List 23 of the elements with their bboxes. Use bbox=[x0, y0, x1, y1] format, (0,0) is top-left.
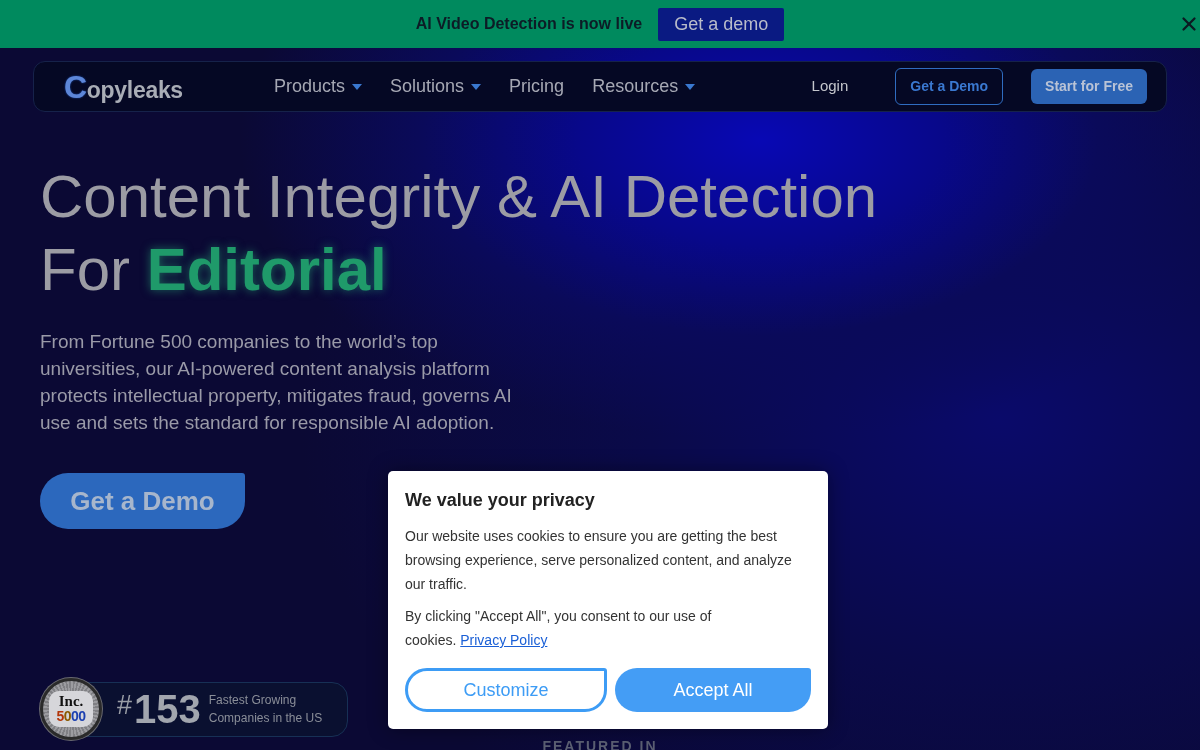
caret-icon bbox=[352, 83, 363, 90]
logo[interactable]: Copyleaks bbox=[64, 70, 183, 103]
rank-number: 153 bbox=[134, 689, 201, 729]
seal-number-text: 5000 bbox=[56, 709, 86, 724]
nav-menu-item[interactable]: Pricing bbox=[509, 73, 565, 100]
login-link[interactable]: Login bbox=[811, 75, 849, 98]
seal-brand-text: Inc. bbox=[58, 694, 84, 709]
nav-menu-item[interactable]: Products bbox=[274, 73, 363, 100]
caret-icon bbox=[471, 83, 482, 90]
consent-text: By clicking "Accept All", you consent to our use of cookies. Privacy Policy bbox=[405, 607, 713, 650]
get-demo-link-button[interactable]: Get a demo bbox=[658, 7, 785, 41]
dialog-title: We value your privacy bbox=[405, 489, 596, 512]
get-demo-button[interactable]: Get a Demo bbox=[895, 68, 1004, 105]
nav-menu-item[interactable]: Solutions bbox=[390, 73, 482, 100]
nav-menu-item[interactable]: Resources bbox=[592, 73, 696, 100]
hero-title: Content Integrity & AI Detection For Editorial bbox=[40, 162, 878, 305]
award-caption: Fastest Growing Companies in the US bbox=[208, 692, 324, 727]
caret-icon bbox=[685, 83, 696, 90]
dialog-body: Our website uses cookies to ensure you are getting the best browsing experience, serve personalized content, and analyze our traffic. bbox=[405, 527, 793, 594]
privacy-policy-link[interactable]: Privacy Policy bbox=[460, 632, 548, 648]
announcement-text: AI Video Detection is now live bbox=[415, 14, 643, 34]
rank-hash: # bbox=[117, 688, 133, 722]
hero-description: From Fortune 500 companies to the world’s top universities, our AI-powered content analysis platform protects intellectual property, mitigates fraud, governs AI use and sets the standard for responsible AI adoption. bbox=[40, 330, 513, 435]
